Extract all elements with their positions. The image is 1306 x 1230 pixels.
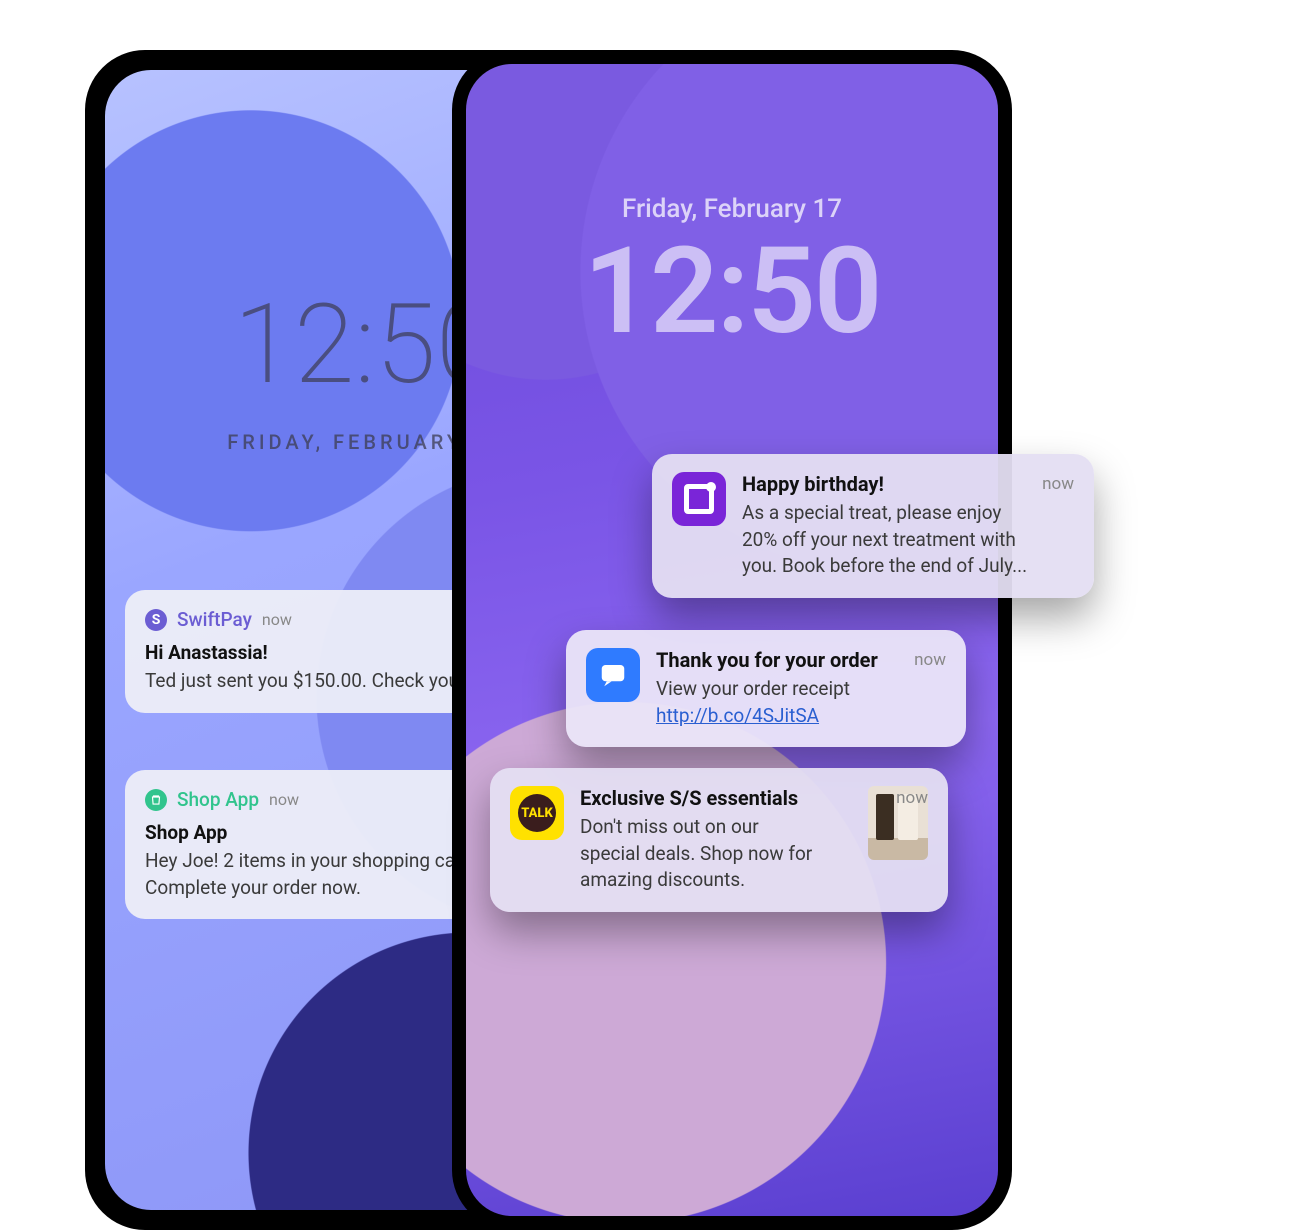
- notification-title: Exclusive S/S essentials: [580, 786, 842, 810]
- notification-body: View your order receipt http://b.co/4SJi…: [656, 676, 906, 729]
- order-receipt-link[interactable]: http://b.co/4SJitSA: [656, 704, 819, 727]
- notification-timestamp: now: [1042, 474, 1074, 494]
- notification-body-text: View your order receipt: [656, 677, 850, 700]
- kakaotalk-icon: TALK: [510, 786, 564, 840]
- notification-birthday[interactable]: Happy birthday! As a special treat, plea…: [652, 454, 1094, 598]
- notification-app-name: Shop App: [177, 788, 259, 811]
- app-icon: [672, 472, 726, 526]
- notification-body: Don't miss out on our special deals. Sho…: [580, 814, 820, 894]
- messages-icon: [586, 648, 640, 702]
- notification-timestamp: now: [896, 788, 928, 808]
- notification-title: Thank you for your order: [656, 648, 906, 672]
- lockscreen-date: Friday, February 17: [466, 64, 998, 224]
- notification-timestamp: now: [269, 790, 299, 809]
- notification-body: As a special treat, please enjoy 20% off…: [742, 500, 1034, 580]
- lockscreen-time: 12:50: [466, 232, 998, 352]
- notification-app-name: SwiftPay: [177, 608, 252, 631]
- notification-essentials[interactable]: TALK Exclusive S/S essentials Don't miss…: [490, 768, 948, 912]
- notification-title: Happy birthday!: [742, 472, 1034, 496]
- notification-order[interactable]: Thank you for your order View your order…: [566, 630, 966, 747]
- swiftpay-icon: S: [145, 609, 167, 631]
- notification-timestamp: now: [262, 610, 292, 629]
- shopapp-icon: [145, 789, 167, 811]
- notification-timestamp: now: [914, 650, 946, 670]
